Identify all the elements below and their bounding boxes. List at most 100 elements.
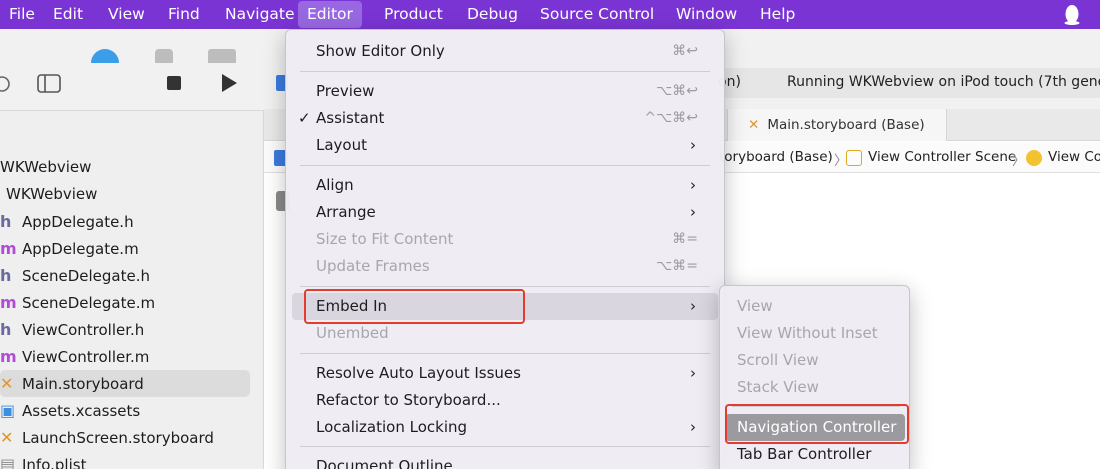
- storyboard-icon: ✕: [0, 374, 14, 393]
- device-icon: [155, 49, 173, 63]
- assets-icon: ▣: [0, 401, 16, 420]
- menu-item-label: Align: [316, 176, 354, 194]
- qq-penguin-icon[interactable]: [1064, 4, 1080, 25]
- file-item[interactable]: m ViewController.m: [0, 343, 264, 370]
- menu-separator: [300, 286, 710, 287]
- menu-window[interactable]: Window: [667, 0, 746, 29]
- menu-separator: [300, 165, 710, 166]
- menu-edit[interactable]: Edit: [44, 0, 92, 29]
- file-name: SceneDelegate.m: [22, 294, 156, 312]
- group-name: WKWebview: [6, 185, 98, 203]
- chevron-right-icon: ›: [690, 136, 696, 154]
- tab-main-storyboard[interactable]: ✕ Main.storyboard (Base): [727, 109, 947, 141]
- menu-item-label: Size to Fit Content: [316, 230, 454, 248]
- menu-item-label: Preview: [316, 82, 375, 100]
- menu-item-shortcut: ⌥⌘↩: [656, 83, 698, 99]
- menu-item-label: Refactor to Storyboard...: [316, 391, 501, 409]
- file-name: LaunchScreen.storyboard: [22, 429, 214, 447]
- menu-item-layout[interactable]: Layout ›: [292, 132, 718, 159]
- impl-file-icon: m: [0, 347, 17, 366]
- file-name: AppDelegate.h: [22, 213, 134, 231]
- sidebar-toggle-icon[interactable]: [37, 74, 61, 94]
- impl-file-icon: m: [0, 239, 17, 258]
- scene-icon: [846, 150, 862, 166]
- file-item[interactable]: h AppDelegate.h: [0, 208, 264, 235]
- menu-item-label: Localization Locking: [316, 418, 468, 436]
- editor-menu: Show Editor Only ⌘↩ Preview ⌥⌘↩ ✓ Assist…: [285, 29, 725, 469]
- app-icon: [91, 49, 119, 63]
- project-navigator: WKWebview WKWebview h AppDelegate.h m AppD…: [0, 111, 264, 469]
- chevron-right-icon: ›: [690, 203, 696, 221]
- menu-find[interactable]: Find: [159, 0, 209, 29]
- file-item[interactable]: h ViewController.h: [0, 316, 264, 343]
- plist-icon: ▤: [0, 455, 16, 469]
- menu-product[interactable]: Product: [375, 0, 452, 29]
- menu-item-shortcut: ⌘↩: [672, 43, 698, 59]
- highlight-box-embed-in: [304, 289, 525, 324]
- jumpbar-segment-scene[interactable]: View Controller Scene: [868, 149, 1016, 165]
- menu-view[interactable]: View: [99, 0, 154, 29]
- file-item[interactable]: ▤ Info.plist: [0, 451, 264, 469]
- menu-item-label: Arrange: [316, 203, 376, 221]
- header-file-icon: h: [0, 320, 12, 339]
- menu-item-show-editor-only[interactable]: Show Editor Only ⌘↩: [292, 38, 718, 65]
- file-name: Assets.xcassets: [22, 402, 141, 420]
- menu-item-label: Update Frames: [316, 257, 430, 275]
- menu-editor[interactable]: Editor: [298, 1, 362, 28]
- project-root[interactable]: WKWebview: [0, 154, 264, 181]
- file-item[interactable]: ▣ Assets.xcassets: [0, 397, 264, 424]
- file-name: Main.storyboard: [22, 375, 144, 393]
- menu-item-size-to-fit: Size to Fit Content ⌘=: [292, 226, 718, 253]
- chevron-right-icon: ›: [690, 176, 696, 194]
- menu-navigate[interactable]: Navigate: [216, 0, 304, 29]
- menu-file[interactable]: File: [0, 0, 44, 29]
- file-name: AppDelegate.m: [22, 240, 139, 258]
- menu-source-control[interactable]: Source Control: [531, 0, 663, 29]
- jumpbar-segment-storyboard[interactable]: toryboard (Base): [719, 149, 833, 165]
- status-text: Running WKWebview on iPod touch (7th gen…: [787, 74, 1100, 90]
- run-icon[interactable]: [220, 73, 238, 93]
- menu-item-refactor[interactable]: Refactor to Storyboard...: [292, 387, 718, 414]
- menu-debug[interactable]: Debug: [458, 0, 527, 29]
- chevron-right-icon: 〉: [1012, 153, 1026, 169]
- chevron-right-icon: ›: [690, 364, 696, 382]
- submenu-item-tab-bar-controller[interactable]: Tab Bar Controller: [725, 441, 905, 468]
- chevron-right-icon: ›: [690, 418, 696, 436]
- jumpbar-segment-vc[interactable]: View Co: [1048, 149, 1100, 165]
- checkmark-icon: ✓: [298, 109, 311, 127]
- menu-item-document-outline[interactable]: Document Outline: [292, 453, 718, 469]
- menu-item-label: Layout: [316, 136, 367, 154]
- file-item[interactable]: m AppDelegate.m: [0, 235, 264, 262]
- menu-item-label: Unembed: [316, 324, 389, 342]
- close-window-icon[interactable]: [0, 75, 12, 93]
- activity-status: on) Running WKWebview on iPod touch (7th…: [706, 68, 1100, 98]
- highlight-box-navigation-controller: [725, 404, 909, 444]
- file-item[interactable]: ✕ LaunchScreen.storyboard: [0, 424, 264, 451]
- menu-help[interactable]: Help: [751, 0, 804, 29]
- menu-item-unembed: Unembed: [292, 320, 718, 347]
- file-name: ViewController.h: [22, 321, 145, 339]
- menu-item-label: Assistant: [316, 109, 385, 127]
- menu-item-preview[interactable]: Preview ⌥⌘↩: [292, 78, 718, 105]
- stop-icon[interactable]: [166, 75, 182, 91]
- file-name: Info.plist: [22, 456, 87, 469]
- file-item-selected[interactable]: ✕ Main.storyboard: [0, 370, 250, 397]
- menu-item-align[interactable]: Align ›: [292, 172, 718, 199]
- group-folder[interactable]: WKWebview: [0, 181, 264, 208]
- menu-item-shortcut: ^⌥⌘↩: [644, 110, 698, 126]
- menu-item-shortcut: ⌘=: [672, 231, 698, 247]
- submenu-item-view-without-inset: View Without Inset: [737, 324, 878, 342]
- submenu-item-scroll-view: Scroll View: [737, 351, 819, 369]
- menu-item-resolve-auto-layout[interactable]: Resolve Auto Layout Issues ›: [292, 360, 718, 387]
- menu-separator: [300, 353, 710, 354]
- menu-item-localization-locking[interactable]: Localization Locking ›: [292, 414, 718, 441]
- file-name: SceneDelegate.h: [22, 267, 151, 285]
- storyboard-icon: ✕: [748, 117, 760, 133]
- file-item[interactable]: h SceneDelegate.h: [0, 262, 264, 289]
- storyboard-icon: ✕: [0, 428, 14, 447]
- menu-item-arrange[interactable]: Arrange ›: [292, 199, 718, 226]
- file-item[interactable]: m SceneDelegate.m: [0, 289, 264, 316]
- menu-item-assistant[interactable]: ✓ Assistant ^⌥⌘↩: [292, 105, 718, 132]
- library-icon: [208, 49, 236, 63]
- submenu-item-view: View: [737, 297, 773, 315]
